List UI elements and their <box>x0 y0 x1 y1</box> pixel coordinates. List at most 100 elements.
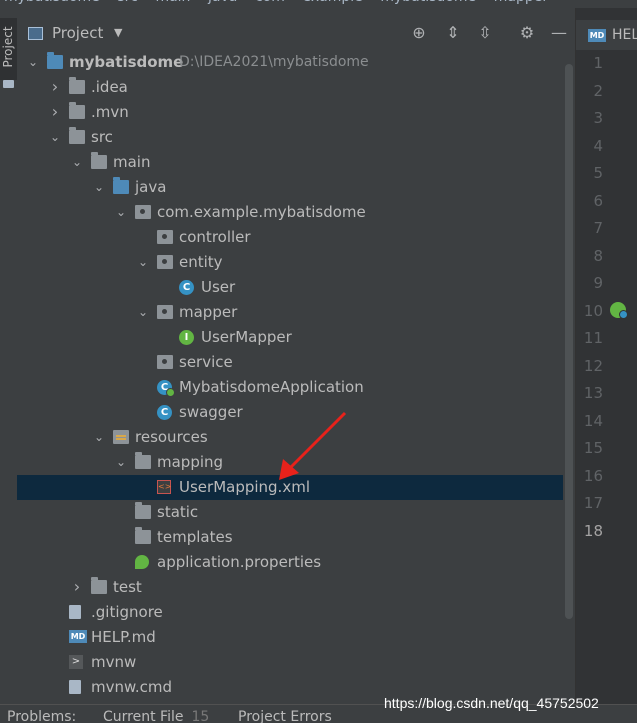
breadcrumb-item[interactable]: src <box>117 0 137 5</box>
locate-file-icon[interactable]: ⊕ <box>408 22 430 44</box>
breadcrumb-separator: › <box>243 0 249 5</box>
project-path: D:\IDEA2021\mybatisdome <box>179 54 369 70</box>
tree-item-swagger[interactable]: Cswagger <box>17 400 563 425</box>
package-icon <box>157 305 173 319</box>
breadcrumb-separator: › <box>196 0 202 5</box>
tree-item-mvn[interactable]: › .mvn <box>17 100 563 125</box>
line-number: 2 <box>593 81 603 100</box>
chevron-right-icon[interactable]: › <box>71 579 83 595</box>
folder-blue-icon <box>47 52 63 69</box>
problems-tab-project-errors[interactable]: Project Errors <box>238 709 332 723</box>
line-number: 3 <box>593 109 603 127</box>
editor-tab-help-md[interactable]: MD HELP <box>576 20 637 50</box>
tree-scrollbar-thumb[interactable] <box>565 64 573 619</box>
tree-item-label: HELP.md <box>91 628 156 646</box>
breadcrumb-separator: › <box>369 0 375 5</box>
left-tool-strip: Project <box>0 8 18 722</box>
chevron-down-icon[interactable]: ▼ <box>114 26 122 39</box>
tree-item-resources[interactable]: ⌄ resources <box>17 425 563 450</box>
tree-item-label: mvnw.cmd <box>91 678 173 696</box>
tree-item-label: templates <box>157 528 233 546</box>
line-number: 14 <box>583 411 603 430</box>
project-view-title[interactable]: Project <box>52 24 103 42</box>
structure-icon[interactable] <box>3 80 14 88</box>
folder-blue-icon <box>113 177 129 194</box>
chevron-down-icon[interactable]: ⌄ <box>71 154 83 170</box>
collapse-all-icon[interactable]: ⇳ <box>474 22 496 44</box>
tree-item-controller[interactable]: controller <box>17 225 563 250</box>
package-icon <box>157 355 173 369</box>
problems-tab-current-file[interactable]: Current File 15 <box>103 709 209 723</box>
problems-tab-problems[interactable]: Problems: <box>7 709 76 723</box>
tree-item-com-example-mybatisdome[interactable]: ⌄ com.example.mybatisdome <box>17 200 563 225</box>
tree-item-entity[interactable]: ⌄ entity <box>17 250 563 275</box>
breadcrumb-separator: › <box>144 0 150 5</box>
project-tool-window-button[interactable]: Project <box>0 18 17 80</box>
tree-item-mvnw[interactable]: > mvnw <box>17 650 563 675</box>
tree-item-help-md[interactable]: MD HELP.md <box>17 625 563 650</box>
tree-item-label: UserMapping.xml <box>179 478 310 496</box>
tree-item-usermapping-xml[interactable]: <> UserMapping.xml <box>17 475 563 500</box>
chevron-down-icon[interactable]: ⌄ <box>137 254 149 270</box>
chevron-down-icon[interactable]: ⌄ <box>137 304 149 320</box>
tree-item-src[interactable]: ⌄ src <box>17 125 563 150</box>
tree-item-label: User <box>201 278 236 296</box>
spring-run-icon[interactable] <box>610 302 628 319</box>
tree-item-label: main <box>113 153 151 171</box>
editor-tab-label: HELP <box>612 27 637 43</box>
project-panel-header: Project ▼ ⊕ ⇕ ⇳ ⚙ — <box>17 20 575 48</box>
breadcrumb-item[interactable]: mybatisdome <box>380 0 476 5</box>
project-view-icon <box>28 27 43 40</box>
chevron-right-icon[interactable]: › <box>49 104 61 120</box>
tree-item-static[interactable]: static <box>17 500 563 525</box>
tree-item-application-properties[interactable]: application.properties <box>17 550 563 575</box>
tree-item-service[interactable]: service <box>17 350 563 375</box>
line-number: 6 <box>593 191 603 210</box>
gear-icon[interactable]: ⚙ <box>516 22 538 44</box>
breadcrumb-items: mybatisdome › src › main › java › com › example › my… <box>4 0 548 5</box>
chevron-down-icon[interactable]: ⌄ <box>115 454 127 470</box>
tree-item-mybatisdome[interactable]: ⌄ mybatisdome D:\IDEA2021\mybatisdome <box>17 50 563 75</box>
breadcrumb-item[interactable]: mybatisdome <box>4 0 100 5</box>
tree-item-label: java <box>135 178 167 196</box>
tree-item-label: mvnw <box>91 653 137 671</box>
tree-item-label: service <box>179 353 233 371</box>
folder-icon <box>69 102 85 119</box>
line-number: 4 <box>593 136 603 155</box>
tree-item-mybatisdomeapplication[interactable]: C MybatisdomeApplication <box>17 375 563 400</box>
breadcrumb-item[interactable]: mapper <box>494 0 548 5</box>
tree-item-mapping[interactable]: ⌄ mapping <box>17 450 563 475</box>
tree-item-usermapper[interactable]: I UserMapper <box>17 325 563 350</box>
breadcrumb-item[interactable]: com <box>255 0 285 5</box>
tree-item-templates[interactable]: templates <box>17 525 563 550</box>
line-number: 9 <box>593 274 603 292</box>
properties-icon <box>135 555 149 569</box>
chevron-right-icon[interactable]: › <box>49 79 61 95</box>
chevron-down-icon[interactable]: ⌄ <box>93 179 105 195</box>
tree-item-mapper[interactable]: ⌄ mapper <box>17 300 563 325</box>
tree-item-user[interactable]: C User <box>17 275 563 300</box>
chevron-down-icon[interactable]: ⌄ <box>49 129 61 145</box>
tree-item-label: swagger <box>179 403 243 421</box>
app-class-icon: C <box>157 380 175 397</box>
tree-item-test[interactable]: › test <box>17 575 563 600</box>
resources-icon <box>113 430 129 444</box>
tree-item-idea[interactable]: › .idea <box>17 75 563 100</box>
expand-all-icon[interactable]: ⇕ <box>442 22 464 44</box>
tree-item-java[interactable]: ⌄ java <box>17 175 563 200</box>
hide-panel-icon[interactable]: — <box>548 22 570 44</box>
tree-item-main[interactable]: ⌄ main <box>17 150 563 175</box>
breadcrumb-item[interactable]: main <box>155 0 190 5</box>
line-number: 11 <box>583 329 603 347</box>
project-tool-window: Project ▼ ⊕ ⇕ ⇳ ⚙ — ⌄ mybatisdome D:\IDEA2… <box>17 8 575 722</box>
chevron-down-icon[interactable]: ⌄ <box>93 429 105 445</box>
chevron-down-icon[interactable]: ⌄ <box>27 54 39 70</box>
breadcrumb-separator: › <box>291 0 297 5</box>
chevron-down-icon[interactable]: ⌄ <box>115 204 127 220</box>
breadcrumb-item[interactable]: example <box>303 0 363 5</box>
line-number: 7 <box>593 219 603 237</box>
package-icon <box>157 230 173 244</box>
tree-item-gitignore[interactable]: .gitignore <box>17 600 563 625</box>
xml-icon: <> <box>157 480 171 494</box>
breadcrumb-item[interactable]: java <box>208 0 237 5</box>
